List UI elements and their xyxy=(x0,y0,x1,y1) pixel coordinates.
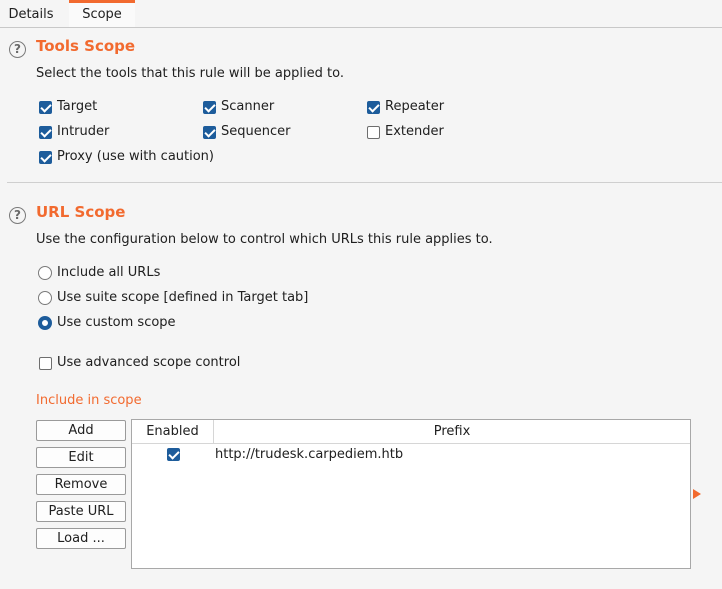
row-enabled-checkbox[interactable] xyxy=(167,448,180,461)
scanner-checkbox[interactable] xyxy=(203,101,216,114)
include-in-scope-label: Include in scope xyxy=(36,393,142,408)
extender-checkbox[interactable] xyxy=(367,126,380,139)
help-icon[interactable]: ? xyxy=(9,207,26,224)
edit-button[interactable]: Edit xyxy=(36,447,126,468)
intruder-label: Intruder xyxy=(57,124,110,139)
expand-arrow-icon[interactable] xyxy=(693,489,701,499)
row-prefix[interactable]: http://trudesk.carpediem.htb xyxy=(215,447,403,462)
paste-url-button[interactable]: Paste URL xyxy=(36,501,126,522)
scanner-label: Scanner xyxy=(221,99,275,114)
section-divider xyxy=(7,182,722,183)
custom-scope-radio[interactable] xyxy=(38,316,52,330)
add-button[interactable]: Add xyxy=(36,420,126,441)
column-header-prefix[interactable]: Prefix xyxy=(214,420,690,444)
url-scope-title: URL Scope xyxy=(36,203,126,221)
extender-label: Extender xyxy=(385,124,444,139)
remove-button[interactable]: Remove xyxy=(36,474,126,495)
load-button[interactable]: Load ... xyxy=(36,528,126,549)
suite-scope-radio[interactable] xyxy=(38,291,52,305)
tab-details[interactable]: Details xyxy=(0,0,62,27)
include-all-urls-radio[interactable] xyxy=(38,266,52,280)
tab-scope[interactable]: Scope xyxy=(69,0,135,27)
sequencer-checkbox[interactable] xyxy=(203,126,216,139)
repeater-checkbox[interactable] xyxy=(367,101,380,114)
proxy-checkbox[interactable] xyxy=(39,151,52,164)
advanced-scope-label: Use advanced scope control xyxy=(57,355,241,370)
suite-scope-label: Use suite scope [defined in Target tab] xyxy=(57,290,309,305)
target-checkbox[interactable] xyxy=(39,101,52,114)
sequencer-label: Sequencer xyxy=(221,124,291,139)
target-label: Target xyxy=(57,99,98,114)
url-scope-description: Use the configuration below to control w… xyxy=(36,232,493,247)
scope-table[interactable]: Enabled Prefix http://trudesk.carpediem.… xyxy=(131,419,691,569)
proxy-label: Proxy (use with caution) xyxy=(57,149,214,164)
intruder-checkbox[interactable] xyxy=(39,126,52,139)
tools-scope-title: Tools Scope xyxy=(36,37,136,55)
advanced-scope-checkbox[interactable] xyxy=(39,357,52,370)
include-all-urls-label: Include all URLs xyxy=(57,265,161,280)
tab-bar: Details Scope xyxy=(0,0,722,28)
help-icon[interactable]: ? xyxy=(9,41,26,58)
repeater-label: Repeater xyxy=(385,99,445,114)
custom-scope-label: Use custom scope xyxy=(57,315,176,330)
column-header-enabled[interactable]: Enabled xyxy=(132,420,214,444)
tools-scope-description: Select the tools that this rule will be … xyxy=(36,66,344,81)
